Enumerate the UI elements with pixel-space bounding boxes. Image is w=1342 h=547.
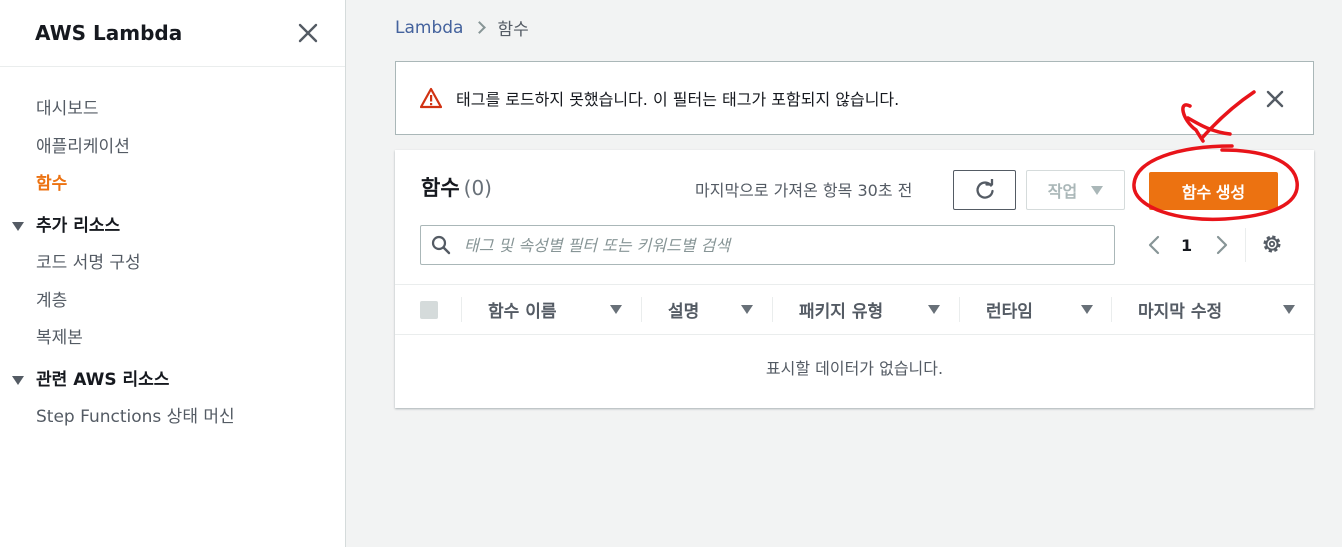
chevron-right-icon xyxy=(473,21,487,34)
column-label: 패키지 유형 xyxy=(799,302,884,322)
page-number[interactable]: 1 xyxy=(1181,236,1192,255)
close-icon[interactable] xyxy=(297,22,319,44)
column-divider xyxy=(772,297,773,322)
alert-message: 태그를 로드하지 못했습니다. 이 필터는 태그가 포함되지 않습니다. xyxy=(456,90,900,109)
column-package-type[interactable]: 패키지 유형 xyxy=(799,285,959,334)
empty-state-message: 표시할 데이터가 없습니다. xyxy=(765,359,944,378)
column-function-name[interactable]: 함수 이름 xyxy=(488,285,640,334)
create-function-button[interactable]: 함수 생성 xyxy=(1149,172,1278,210)
caret-down-icon xyxy=(12,221,24,231)
breadcrumb: Lambda 함수 xyxy=(395,15,529,41)
sidebar-item-step-functions[interactable]: Step Functions 상태 머신 xyxy=(0,399,345,437)
warning-alert: 태그를 로드하지 못했습니다. 이 필터는 태그가 포함되지 않습니다. xyxy=(395,61,1314,135)
sidebar-item-dashboard[interactable]: 대시보드 xyxy=(0,91,345,129)
column-runtime[interactable]: 런타임 xyxy=(986,285,1114,334)
chevron-left-icon[interactable] xyxy=(1143,233,1167,257)
close-icon[interactable] xyxy=(1265,89,1285,109)
sidebar-item-layers[interactable]: 계층 xyxy=(0,283,345,321)
refresh-button[interactable] xyxy=(953,170,1016,210)
main-content: Lambda 함수 태그를 로드하지 못했습니다. 이 필터는 태그가 포함되지… xyxy=(346,0,1342,547)
sidebar-section-related-aws-resources[interactable]: 관련 AWS 리소스 xyxy=(0,362,345,400)
column-divider xyxy=(641,297,642,322)
actions-dropdown[interactable]: 작업 xyxy=(1026,170,1125,210)
pagination: 1 xyxy=(1143,230,1233,260)
caret-down-icon xyxy=(12,375,24,385)
column-divider xyxy=(959,297,960,322)
sidebar-section-label: 추가 리소스 xyxy=(36,215,121,236)
column-last-modified[interactable]: 마지막 수정 xyxy=(1138,285,1308,334)
column-description[interactable]: 설명 xyxy=(668,285,778,334)
sort-caret-icon xyxy=(610,305,622,314)
search-icon xyxy=(431,235,451,255)
panel-title: 함수 (0) xyxy=(421,172,492,202)
column-label: 함수 이름 xyxy=(488,302,557,322)
caret-down-icon xyxy=(1091,185,1104,195)
column-label: 마지막 수정 xyxy=(1138,302,1223,322)
sort-caret-icon xyxy=(928,305,940,314)
column-label: 설명 xyxy=(668,302,700,322)
settings-icon[interactable] xyxy=(1261,233,1283,255)
search-input[interactable] xyxy=(464,235,1114,255)
refresh-icon xyxy=(975,179,994,199)
sidebar-item-applications[interactable]: 애플리케이션 xyxy=(0,129,345,167)
sort-caret-icon xyxy=(1283,305,1295,314)
sidebar: AWS Lambda 대시보드 애플리케이션 함수 추가 리소스 코드 서명 구… xyxy=(0,0,346,547)
sidebar-header: AWS Lambda xyxy=(0,0,345,67)
panel-title-text: 함수 xyxy=(421,176,460,200)
sidebar-section-additional-resources[interactable]: 추가 리소스 xyxy=(0,208,345,246)
search-box[interactable] xyxy=(420,225,1115,265)
sidebar-nav: 대시보드 애플리케이션 함수 추가 리소스 코드 서명 구성 계층 복제본 관련… xyxy=(0,67,345,437)
sidebar-title: AWS Lambda xyxy=(35,21,183,45)
sort-caret-icon xyxy=(1081,305,1093,314)
table-header: 함수 이름 설명 패키지 유형 런타임 마지막 수정 xyxy=(395,284,1314,335)
sidebar-item-replicas[interactable]: 복제본 xyxy=(0,320,345,358)
divider xyxy=(1245,228,1246,262)
sort-caret-icon xyxy=(741,305,753,314)
last-fetched-text: 마지막으로 가져온 항목 30초 전 xyxy=(695,181,913,200)
column-label: 런타임 xyxy=(986,302,1033,322)
column-divider xyxy=(461,297,462,322)
breadcrumb-lambda-link[interactable]: Lambda xyxy=(395,18,463,38)
breadcrumb-current: 함수 xyxy=(497,20,529,40)
column-divider xyxy=(1111,297,1112,322)
sidebar-item-functions[interactable]: 함수 xyxy=(0,166,345,204)
sidebar-section-label: 관련 AWS 리소스 xyxy=(36,369,170,390)
function-count: (0) xyxy=(463,176,492,200)
functions-panel: 함수(0) 마지막으로 가져온 항목 30초 전 작업 함수 생성 1 xyxy=(395,150,1314,408)
select-all-checkbox[interactable] xyxy=(420,301,438,319)
sidebar-item-code-signing[interactable]: 코드 서명 구성 xyxy=(0,245,345,283)
actions-label: 작업 xyxy=(1047,184,1078,201)
warning-icon xyxy=(420,87,442,109)
chevron-right-icon[interactable] xyxy=(1209,233,1233,257)
